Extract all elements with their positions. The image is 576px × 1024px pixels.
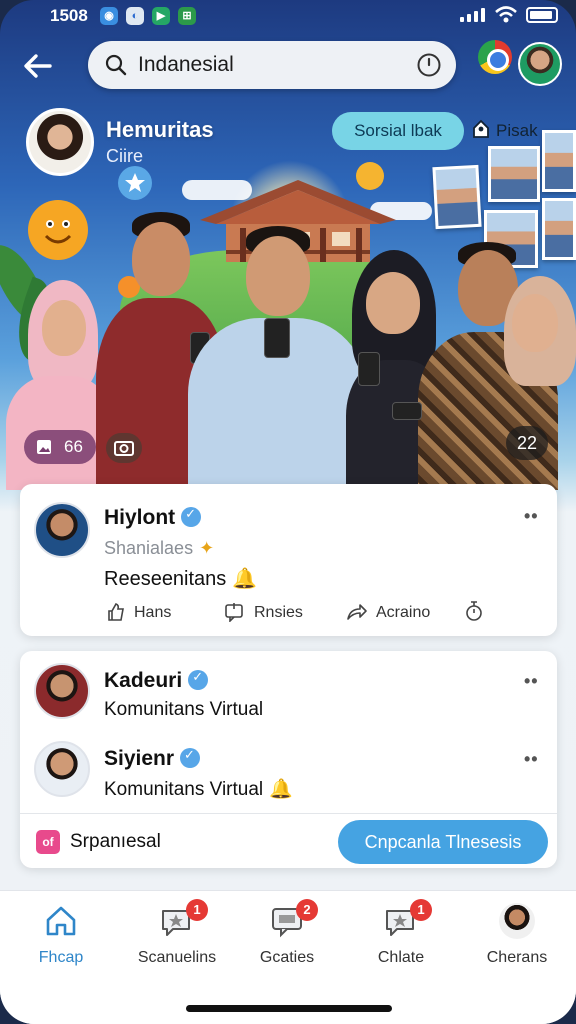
user-avatar[interactable] — [518, 42, 562, 86]
person-center-blue-shirt — [188, 226, 368, 490]
list-item[interactable]: Siyienr Komunitans Virtual🔔 •• — [20, 733, 557, 813]
photo-count-chip[interactable]: 66 — [24, 430, 96, 464]
emoji-icon — [356, 162, 384, 190]
hero-banner: Hemuritas Ciire Sorsial lbak Pisak 66 22 — [0, 100, 576, 490]
home-icon — [46, 906, 76, 936]
community-avatar[interactable] — [26, 108, 94, 176]
star-bubble-icon — [118, 166, 152, 200]
community-name: Siyienr — [104, 747, 201, 771]
community-subtitle-text: Komunitans Virtual — [104, 779, 264, 800]
community-subtitle: Komunitans Virtual 🔔 — [104, 777, 293, 801]
nav-item-chlate[interactable]: 1 Chlate — [346, 899, 456, 973]
status-time: 1508 — [50, 6, 88, 25]
notification-badge: 1 — [410, 899, 432, 921]
share-button[interactable]: Acraino — [346, 600, 430, 626]
community-name: Kadeuri — [104, 669, 209, 693]
community-list-card: Kadeuri Komunitans Virtual •• Siyienr Ko… — [20, 651, 557, 868]
list-footer: of Srpanıesal Cnpcanla Tlnesesis — [20, 813, 557, 868]
app-icon: of — [36, 830, 60, 854]
photo-thumbnail — [488, 146, 540, 202]
nav-item-gcaties[interactable]: 2 Gcaties — [232, 899, 342, 973]
bell-icon: 🔔 — [269, 778, 293, 800]
corner-count-chip[interactable]: 22 — [506, 426, 548, 460]
nav-item-cherans[interactable]: Cherans — [462, 903, 572, 973]
notification-app-icon: ◐ — [126, 7, 144, 25]
image-icon — [37, 440, 51, 454]
wifi-icon — [495, 6, 517, 23]
nav-label: Cherans — [486, 949, 548, 966]
social-pill-button[interactable]: Sorsial lbak — [332, 112, 464, 150]
status-bar: 1508 ◉ ◐ ▶ ⊞ — [0, 0, 576, 36]
community-name-text: Kadeuri — [104, 669, 183, 692]
notification-app-icon: ◉ — [100, 7, 118, 25]
sparkle-icon: ✦ — [199, 538, 215, 559]
notification-badge: 1 — [186, 899, 208, 921]
smile-emoji-icon — [28, 200, 88, 260]
community-avatar — [34, 741, 90, 797]
bell-icon: 🔔 — [232, 566, 258, 590]
notification-app-icon: ▶ — [152, 7, 170, 25]
camera-chip[interactable] — [106, 433, 142, 463]
verified-badge-icon — [181, 507, 202, 527]
nav-label: Chlate — [377, 949, 425, 966]
photo-count: 66 — [64, 437, 83, 456]
verified-badge-icon — [180, 748, 201, 768]
post-author[interactable]: Hiylont — [104, 506, 202, 530]
like-button[interactable]: Hans — [106, 600, 171, 626]
clock-icon[interactable] — [416, 52, 442, 78]
comment-button[interactable]: Rnsies — [224, 600, 303, 626]
nav-label: Fhcap — [38, 949, 84, 966]
signal-icon — [460, 8, 486, 22]
timer-icon — [466, 601, 482, 621]
notification-app-icon: ⊞ — [178, 7, 196, 25]
home-indicator[interactable] — [186, 1005, 392, 1012]
search-input[interactable]: Indanesial — [138, 53, 234, 77]
notification-badge: 2 — [296, 899, 318, 921]
photo-thumbnail — [432, 164, 482, 230]
comment-icon — [225, 603, 243, 623]
bottom-nav: Fhcap 1 Scanuelins 2 Gcaties 1 Chlate Ch… — [0, 890, 576, 1024]
hero-title: Hemuritas — [106, 117, 214, 142]
community-name-text: Siyienr — [104, 747, 175, 770]
cta-button[interactable]: Cnpcanla Tlnesesis — [338, 820, 548, 864]
post-card: Hiylont Shanialaes✦ Reeseenitans🔔 •• Han… — [20, 484, 557, 636]
tag-label: Pisak — [496, 121, 538, 140]
app-screen: 1508 ◉ ◐ ▶ ⊞ Indanesial Hemuritas Ciire … — [0, 0, 576, 1024]
nav-item-home[interactable]: Fhcap — [6, 903, 116, 973]
post-text: Reeseenitans 🔔 — [104, 566, 257, 591]
back-arrow-icon[interactable] — [20, 48, 56, 84]
photo-thumbnail — [542, 130, 576, 192]
comment-label: Rnsies — [254, 604, 303, 621]
post-handle: Shanialaes ✦ — [104, 538, 214, 559]
more-options-icon[interactable]: •• — [524, 671, 539, 692]
footer-label[interactable]: Srpanıesal — [70, 831, 161, 853]
more-options-icon[interactable]: •• — [524, 749, 539, 770]
post-handle-text: Shanialaes — [104, 538, 194, 558]
bookmark-icon — [473, 119, 489, 138]
search-icon — [105, 54, 127, 76]
browser-icon[interactable] — [478, 40, 512, 74]
list-item[interactable]: Kadeuri Komunitans Virtual •• — [20, 655, 557, 735]
verified-badge-icon — [188, 670, 209, 690]
timer-button[interactable] — [464, 600, 492, 626]
post-author-avatar[interactable] — [34, 502, 90, 558]
battery-icon — [526, 7, 558, 23]
camera-icon — [114, 441, 134, 456]
like-label: Hans — [134, 604, 172, 621]
like-icon — [108, 603, 124, 621]
hero-subtitle: Ciire — [106, 146, 144, 166]
nav-item-scanuelins[interactable]: 1 Scanuelins — [122, 899, 232, 973]
more-options-icon[interactable]: •• — [524, 506, 539, 527]
profile-avatar-icon — [499, 903, 535, 939]
community-avatar — [34, 663, 90, 719]
post-body: Reeseenitans — [104, 568, 227, 590]
tag-button[interactable]: Pisak — [472, 116, 538, 146]
community-subtitle: Komunitans Virtual — [104, 699, 264, 720]
search-bar[interactable]: Indanesial — [88, 41, 456, 89]
nav-label: Gcaties — [259, 949, 315, 966]
share-icon — [347, 604, 367, 620]
nav-label: Scanuelins — [137, 949, 217, 966]
post-author-name: Hiylont — [104, 506, 176, 529]
share-label: Acraino — [376, 604, 431, 621]
